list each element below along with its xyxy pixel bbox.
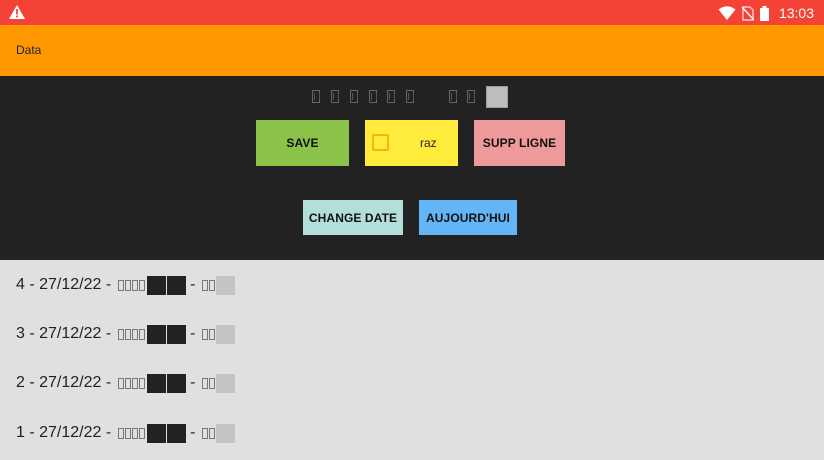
color-block <box>215 275 235 295</box>
missing-glyph-icon <box>201 377 215 389</box>
warning-icon <box>9 5 25 19</box>
color-block <box>146 324 166 344</box>
list-item[interactable]: 2 - 27/12/22 - - <box>16 371 235 395</box>
raz-toggle[interactable]: raz <box>365 120 458 166</box>
control-panel: SAVE raz SUPP LIGNE CHANGE DATE AUJOURD'… <box>0 76 824 260</box>
missing-glyph-icon <box>449 90 457 103</box>
today-button[interactable]: AUJOURD'HUI <box>419 200 517 235</box>
missing-glyph-icon <box>406 90 414 103</box>
missing-glyph-icon <box>331 90 339 103</box>
entries-list: 4 - 27/12/22 - - 3 - 27/12/22 - - 2 - 27… <box>0 260 824 460</box>
missing-glyph-icon <box>467 90 475 103</box>
color-block <box>146 423 166 443</box>
color-block <box>215 324 235 344</box>
color-block <box>146 373 166 393</box>
color-block <box>166 275 186 295</box>
list-item[interactable]: 4 - 27/12/22 - - <box>16 273 235 297</box>
color-block <box>166 373 186 393</box>
raz-checkbox[interactable] <box>372 134 389 151</box>
color-swatch[interactable] <box>486 86 508 108</box>
no-sim-icon <box>741 5 754 21</box>
color-block <box>215 423 235 443</box>
missing-glyph-icon <box>201 279 215 291</box>
missing-glyph-icon <box>117 427 145 439</box>
entry-date: 27/12/22 <box>39 424 102 441</box>
glyph-row <box>0 86 824 110</box>
missing-glyph-icon <box>387 90 395 103</box>
missing-glyph-icon <box>117 377 145 389</box>
missing-glyph-icon <box>201 328 215 340</box>
entry-id: 4 <box>16 276 25 293</box>
status-bar: 13:03 <box>0 0 824 25</box>
color-block <box>166 423 186 443</box>
raz-label: raz <box>420 136 437 150</box>
missing-glyph-icon <box>350 90 358 103</box>
list-item[interactable]: 3 - 27/12/22 - - <box>16 322 235 346</box>
entry-id: 3 <box>16 325 25 342</box>
entry-id: 1 <box>16 424 25 441</box>
status-icons: 13:03 <box>718 3 814 23</box>
missing-glyph-icon <box>369 90 377 103</box>
missing-glyph-icon <box>312 90 320 103</box>
app-title: Data <box>16 43 42 57</box>
color-block <box>166 324 186 344</box>
missing-glyph-icon <box>117 279 145 291</box>
entry-date: 27/12/22 <box>39 374 102 391</box>
wifi-icon <box>718 6 736 20</box>
change-date-button[interactable]: CHANGE DATE <box>303 200 403 235</box>
app-bar: Data <box>0 25 824 76</box>
missing-glyph-icon <box>117 328 145 340</box>
entry-date: 27/12/22 <box>39 325 102 342</box>
missing-glyph-icon <box>201 427 215 439</box>
battery-icon <box>759 5 769 21</box>
entry-date: 27/12/22 <box>39 276 102 293</box>
list-item[interactable]: 1 - 27/12/22 - - <box>16 421 235 445</box>
color-block <box>215 373 235 393</box>
clock: 13:03 <box>778 5 814 21</box>
color-block <box>146 275 166 295</box>
entry-id: 2 <box>16 374 25 391</box>
delete-line-button[interactable]: SUPP LIGNE <box>474 120 565 166</box>
save-button[interactable]: SAVE <box>256 120 349 166</box>
